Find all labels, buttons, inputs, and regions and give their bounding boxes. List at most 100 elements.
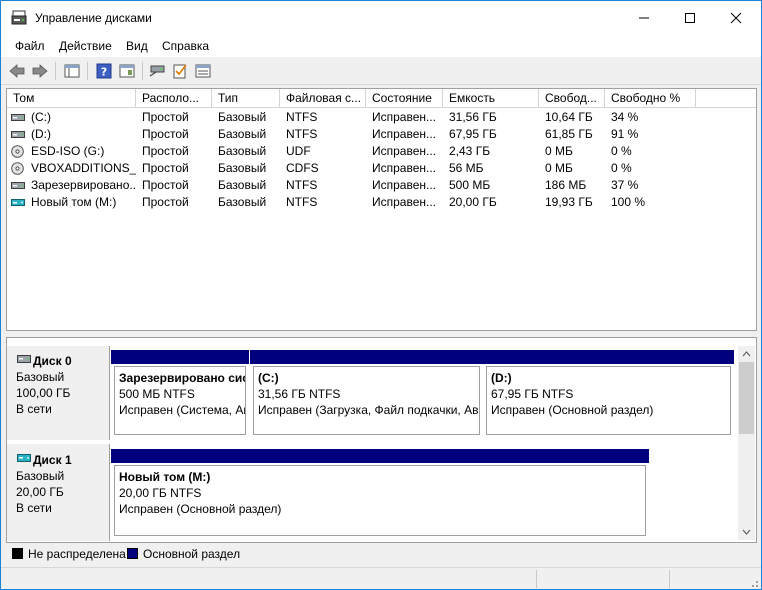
column-header-filesystem[interactable]: Файловая с... <box>280 89 366 108</box>
menu-view[interactable]: Вид <box>126 39 148 53</box>
volume-name: VBOXADDITIONS_... <box>31 161 136 175</box>
volume-free-percent: 37 % <box>611 178 639 192</box>
column-header-volume[interactable]: Том <box>7 89 136 108</box>
volume-type: Базовый <box>218 161 267 175</box>
disk-0-label[interactable]: Диск 0 Базовый 100,00 ГБ В сети <box>7 346 110 440</box>
scrollbar-thumb[interactable] <box>739 362 754 434</box>
volume-capacity: 2,43 ГБ <box>449 144 491 158</box>
column-header-layout[interactable]: Располо... <box>136 89 212 108</box>
column-header-capacity[interactable]: Емкость <box>443 89 539 108</box>
column-header-status[interactable]: Состояние <box>366 89 443 108</box>
back-icon <box>9 64 25 78</box>
menu-action[interactable]: Действие <box>59 39 112 53</box>
table-row[interactable]: Зарезервировано... Простой Базовый NTFS … <box>7 177 756 194</box>
table-row[interactable]: Новый том (M:) Простой Базовый NTFS Испр… <box>7 194 756 211</box>
volume-name: Зарезервировано... <box>31 178 136 192</box>
resize-grip-icon[interactable] <box>747 576 759 588</box>
volume-layout: Простой <box>142 144 189 158</box>
disk-size: 20,00 ГБ <box>16 485 64 499</box>
status-bar-divider <box>536 570 537 588</box>
volume-status: Исправен... <box>372 110 437 124</box>
disk-name: Диск 0 <box>33 354 72 368</box>
hdd-icon <box>11 114 25 121</box>
partition-status: Исправен (Основной раздел) <box>491 403 654 417</box>
partition-size: 20,00 ГБ NTFS <box>119 486 202 500</box>
partition-d[interactable]: (D:) 67,95 ГБ NTFS Исправен (Основной ра… <box>483 350 734 438</box>
back-button[interactable] <box>7 61 27 81</box>
toolbar: ? <box>1 57 761 85</box>
volume-status: Исправен... <box>372 195 437 209</box>
volume-list-header: Том Располо... Тип Файловая с... Состоян… <box>7 89 756 108</box>
volume-status: Исправен... <box>372 127 437 141</box>
volume-free-space: 61,85 ГБ <box>545 127 593 141</box>
partition-status: Исправен (Система, Активен, Основной раз… <box>119 403 245 417</box>
partition-system-reserved[interactable]: Зарезервировано системой 500 МБ NTFS Исп… <box>111 350 249 438</box>
unallocated-swatch <box>12 548 23 559</box>
column-header-type[interactable]: Тип <box>212 89 280 108</box>
check-icon <box>173 64 187 79</box>
partition-body: (C:) 31,56 ГБ NTFS Исправен (Загрузка, Ф… <box>253 366 480 435</box>
scroll-down-icon[interactable] <box>742 529 751 535</box>
volume-filesystem: NTFS <box>286 178 318 192</box>
partition-name: (D:) <box>491 371 512 385</box>
console-tree-button[interactable] <box>62 61 82 81</box>
table-row[interactable]: ESD-ISO (G:) Простой Базовый UDF Исправе… <box>7 143 756 160</box>
maximize-button[interactable] <box>667 1 713 35</box>
table-row[interactable]: VBOXADDITIONS_... Простой Базовый CDFS И… <box>7 160 756 177</box>
volume-free-percent: 0 % <box>611 161 632 175</box>
volume-name: Новый том (M:) <box>31 195 117 209</box>
volume-capacity: 500 МБ <box>449 178 491 192</box>
scroll-up-icon[interactable] <box>742 351 751 357</box>
partition-c[interactable]: (C:) 31,56 ГБ NTFS Исправен (Загрузка, Ф… <box>250 350 483 438</box>
disk-status: В сети <box>16 501 52 515</box>
column-header-free-percent[interactable]: Свободно % <box>605 89 696 108</box>
maximize-icon <box>685 13 695 23</box>
status-bar-divider <box>669 570 670 588</box>
partition-size: 67,95 ГБ NTFS <box>491 387 574 401</box>
list-view-icon <box>195 64 211 78</box>
volume-filesystem: NTFS <box>286 195 318 209</box>
volume-capacity: 31,56 ГБ <box>449 110 497 124</box>
column-header-free-space[interactable]: Свобод... <box>539 89 605 108</box>
title-bar[interactable]: Управление дисками <box>1 1 761 35</box>
hdd-icon <box>11 182 25 189</box>
disk-graph-view[interactable]: Диск 0 Базовый 100,00 ГБ В сети Зарезерв… <box>6 337 757 543</box>
legend-unallocated: Не распределена <box>28 547 126 561</box>
volume-type: Базовый <box>218 195 267 209</box>
primary-partition-bar <box>111 350 249 364</box>
volume-name: (D:) <box>31 127 51 141</box>
properties-button[interactable] <box>117 61 137 81</box>
volume-free-space: 0 МБ <box>545 144 573 158</box>
volume-filesystem: NTFS <box>286 110 318 124</box>
forward-icon <box>32 64 48 78</box>
menu-help[interactable]: Справка <box>162 39 209 53</box>
check-button[interactable] <box>170 61 190 81</box>
volume-free-percent: 34 % <box>611 110 639 124</box>
disk-view-scrollbar[interactable] <box>738 346 755 540</box>
volume-list[interactable]: Том Располо... Тип Файловая с... Состоян… <box>6 88 757 331</box>
connect-disk-button[interactable] <box>147 61 167 81</box>
connect-disk-icon <box>149 65 165 77</box>
volume-free-percent: 100 % <box>611 195 646 209</box>
volume-layout: Простой <box>142 195 189 209</box>
close-button[interactable] <box>713 1 759 35</box>
partition-status: Исправен (Загрузка, Файл подкачки, Авари… <box>258 403 479 417</box>
volume-layout: Простой <box>142 161 189 175</box>
help-button[interactable]: ? <box>94 61 114 81</box>
partition-m[interactable]: Новый том (M:) 20,00 ГБ NTFS Исправен (О… <box>111 449 649 539</box>
volume-layout: Простой <box>142 110 189 124</box>
forward-button[interactable] <box>30 61 50 81</box>
table-row[interactable]: (C:) Простой Базовый NTFS Исправен... 31… <box>7 109 756 126</box>
volume-layout: Простой <box>142 127 189 141</box>
list-view-button[interactable] <box>193 61 213 81</box>
table-row[interactable]: (D:) Простой Базовый NTFS Исправен... 67… <box>7 126 756 143</box>
volume-type: Базовый <box>218 127 267 141</box>
menu-file[interactable]: Файл <box>15 39 45 53</box>
partition-name: Новый том (M:) <box>119 470 211 484</box>
cd-icon <box>11 162 24 175</box>
vhd-icon <box>11 199 25 206</box>
minimize-button[interactable] <box>621 1 667 35</box>
console-tree-icon <box>64 64 80 78</box>
disk-1-label[interactable]: Диск 1 Базовый 20,00 ГБ В сети <box>7 444 110 541</box>
volume-capacity: 67,95 ГБ <box>449 127 497 141</box>
